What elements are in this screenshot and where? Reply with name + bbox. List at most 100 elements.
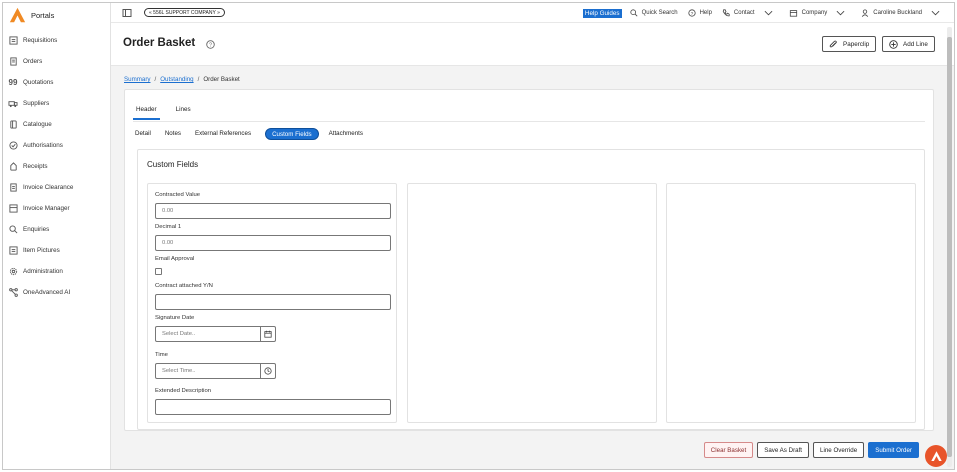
catalogue-icon [8,119,18,129]
extended-description-input[interactable] [155,399,391,415]
sidebar-item-invoice-manager[interactable]: Invoice Manager [8,201,108,215]
sidebar-item-label: Quotations [23,78,54,86]
sidebar-item-suppliers[interactable]: Suppliers [8,96,108,110]
company-menu[interactable]: Company [789,9,850,17]
signature-date-input[interactable]: Select Date.. [156,327,260,341]
tab-lines[interactable]: Lines [173,104,194,120]
company-selector[interactable]: « 556L SUPPORT COMPANY » [144,8,225,17]
quick-search[interactable]: Quick Search [629,9,678,17]
help-icon[interactable]: ? [206,40,215,49]
brand[interactable]: Portals [9,6,54,24]
sidebar-item-item-pictures[interactable]: Item Pictures [8,243,108,257]
sidebar-item-enquiries[interactable]: Enquiries [8,222,108,236]
sidebar-item-label: Item Pictures [23,246,60,254]
clock-button[interactable] [260,364,275,378]
breadcrumb-outstanding[interactable]: Outstanding [160,76,193,83]
plus-circle-icon [889,39,898,49]
sidebar-item-label: Suppliers [23,99,50,107]
breadcrumb-separator: / [154,76,157,83]
contract-attached-input[interactable] [155,294,391,310]
phone-icon [722,9,730,17]
app-window: Portals Requisitions Orders 99 Quotation… [2,2,955,470]
quotations-icon: 99 [8,77,18,87]
help-link[interactable]: ? Help [687,9,712,17]
sidebar-item-requisitions[interactable]: Requisitions [8,33,108,47]
tab-attachments[interactable]: Attachments [329,128,363,140]
time-input[interactable]: Select Time.. [156,364,260,378]
submit-order-button[interactable]: Submit Order [868,442,919,458]
oneadvanced-logo-icon [930,450,942,461]
sidebar-item-catalogue[interactable]: Catalogue [8,117,108,131]
calendar-button[interactable] [260,327,275,341]
tab-detail[interactable]: Detail [135,128,151,140]
breadcrumb-current: Order Basket [203,76,240,83]
email-approval-label: Email Approval [155,256,195,262]
sidebar-item-label: Invoice Manager [23,204,70,212]
sidebar-item-administration[interactable]: Administration [8,264,108,278]
top-bar: « 556L SUPPORT COMPANY » Help Guides Qui… [111,3,954,23]
sidebar-item-invoice-clearance[interactable]: Invoice Clearance [8,180,108,194]
clock-icon [264,367,272,375]
paperclip-button[interactable]: Paperclip [822,36,877,52]
breadcrumb-summary[interactable]: Summary [124,76,150,83]
oneadvanced-assistant-button[interactable] [925,445,947,467]
custom-fields-panel: Custom Fields Contracted Value 0.00 Deci… [137,149,925,430]
add-line-label: Add Line [903,40,928,48]
add-line-button[interactable]: Add Line [882,36,935,52]
search-icon [629,9,638,17]
tab-custom-fields[interactable]: Custom Fields [265,128,319,140]
svg-text:?: ? [690,11,693,17]
quick-search-label: Quick Search [641,10,678,16]
breadcrumb-separator: / [197,76,200,83]
ai-icon [8,287,18,297]
search-icon [8,224,18,234]
time-label: Time [155,352,168,358]
scrollbar[interactable] [947,27,952,467]
tab-header[interactable]: Header [133,104,160,120]
sidebar-toggle-icon[interactable] [122,8,132,18]
sidebar-item-quotations[interactable]: 99 Quotations [8,75,108,89]
receipts-icon [8,161,18,171]
sidebar-item-label: Requisitions [23,36,58,44]
scrollbar-thumb[interactable] [947,37,952,457]
sidebar-item-receipts[interactable]: Receipts [8,159,108,173]
breadcrumb: Summary / Outstanding / Order Basket [124,76,240,83]
contact-menu[interactable]: Contact [722,9,777,17]
invoice-manager-icon [8,203,18,213]
contracted-value-input[interactable]: 0.00 [155,203,391,219]
save-as-draft-button[interactable]: Save As Draft [757,442,810,458]
chevron-down-icon [764,10,773,16]
sidebar-item-label: Catalogue [23,120,52,128]
sidebar-item-label: Enquiries [23,225,50,233]
chevron-down-icon [836,10,845,16]
requisitions-icon [8,35,18,45]
custom-fields-column-2 [407,183,657,423]
footer-actions: Clear Basket Save As Draft Line Override… [700,442,919,458]
sidebar-item-authorisations[interactable]: Authorisations [8,138,108,152]
user-icon [862,9,869,17]
top-right-menu: Help Guides Quick Search ? Help Contact … [582,7,944,19]
suppliers-icon [8,98,18,108]
clear-basket-button[interactable]: Clear Basket [703,442,754,458]
sidebar-item-oneadvanced-ai[interactable]: OneAdvanced AI [8,285,108,299]
app-name: Portals [31,10,55,20]
portals-logo-icon [9,7,26,22]
tab-external-references[interactable]: External References [195,128,251,140]
user-name: Caroline Buckland [873,10,922,16]
sidebar-item-label: Receipts [23,162,48,170]
help-label: Help [699,10,712,16]
signature-date-label: Signature Date [155,315,195,321]
page-title: Order Basket [123,37,196,49]
sidebar-item-label: Orders [23,57,43,65]
decimal-1-input[interactable]: 0.00 [155,235,391,251]
tab-notes[interactable]: Notes [165,128,181,140]
help-guides-link[interactable]: Help Guides [582,8,622,18]
line-override-button[interactable]: Line Override [813,442,865,458]
email-approval-checkbox[interactable] [155,268,162,275]
sidebar-item-orders[interactable]: Orders [8,54,108,68]
sidebar-item-label: Administration [23,267,63,275]
section-title: Custom Fields [147,160,199,169]
custom-fields-column-1: Contracted Value 0.00 Decimal 1 0.00 Ema… [147,183,397,423]
paperclip-icon [829,40,837,47]
user-menu[interactable]: Caroline Buckland [861,9,944,17]
